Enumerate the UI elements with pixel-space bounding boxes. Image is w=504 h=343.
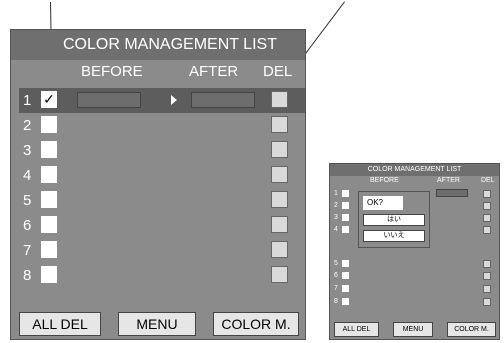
delete-button[interactable] (271, 91, 288, 108)
delete-button[interactable] (271, 241, 288, 258)
delete-button[interactable] (483, 202, 491, 210)
column-header-after: AFTER (437, 177, 460, 184)
confirm-prompt: OK? (363, 196, 403, 210)
delete-button[interactable] (271, 216, 288, 233)
color-m-button[interactable]: COLOR M. (447, 322, 496, 337)
list-item[interactable]: 2 (19, 113, 305, 138)
row-number: 2 (23, 117, 32, 134)
row-number: 2 (334, 202, 338, 209)
row-number: 6 (23, 217, 32, 234)
list-item[interactable]: 8 (19, 263, 305, 288)
row-checkbox[interactable] (41, 166, 57, 183)
row-number: 8 (334, 298, 338, 305)
delete-button[interactable] (271, 166, 288, 183)
panel-title: COLOR MANAGEMENT LIST (11, 30, 305, 60)
row-number: 1 (23, 92, 32, 109)
delete-button[interactable] (271, 116, 288, 133)
no-button[interactable]: いいえ (363, 230, 425, 242)
list-item[interactable]: 6 (19, 213, 305, 238)
row-checkbox[interactable] (41, 241, 57, 258)
row-number: 3 (23, 142, 32, 159)
delete-button[interactable] (483, 285, 491, 293)
row-number: 4 (23, 167, 32, 184)
column-header-after: AFTER (189, 63, 239, 80)
row-checkbox[interactable] (41, 191, 57, 208)
row-number: 4 (334, 226, 338, 233)
row-number: 8 (23, 267, 32, 284)
delete-button[interactable] (483, 260, 491, 268)
list-item[interactable]: 6 (334, 272, 496, 281)
delete-button[interactable] (271, 266, 288, 283)
row-number: 6 (334, 272, 338, 279)
delete-button[interactable] (483, 272, 491, 280)
column-header-before: BEFORE (81, 63, 143, 80)
list-item[interactable]: 1 ✓ (19, 88, 305, 113)
list-item[interactable]: 7 (334, 285, 496, 294)
row-checkbox[interactable] (41, 116, 57, 133)
row-checkbox[interactable] (342, 226, 349, 233)
row-number: 7 (23, 242, 32, 259)
all-del-button[interactable]: ALL DEL (334, 322, 379, 337)
row-checkbox[interactable] (342, 260, 349, 267)
delete-button[interactable] (483, 298, 491, 306)
after-color-field (191, 92, 255, 108)
row-checkbox[interactable] (342, 190, 349, 197)
before-color-field (77, 92, 141, 108)
row-checkbox[interactable]: ✓ (41, 91, 57, 108)
row-number: 5 (334, 260, 338, 267)
color-list: 1 ✓ 2 3 4 5 6 7 8 (19, 88, 305, 288)
yes-button[interactable]: はい (363, 214, 425, 226)
row-number: 3 (334, 214, 338, 221)
list-item[interactable]: 5 (334, 260, 496, 269)
row-checkbox[interactable] (342, 285, 349, 292)
delete-button[interactable] (271, 141, 288, 158)
row-checkbox[interactable] (342, 298, 349, 305)
row-checkbox[interactable] (342, 202, 349, 209)
column-header-del: DEL (481, 177, 495, 184)
row-number: 7 (334, 285, 338, 292)
row-checkbox[interactable] (342, 214, 349, 221)
column-header-before: BEFORE (370, 177, 399, 184)
color-m-button[interactable]: COLOR M. (213, 312, 299, 336)
delete-button[interactable] (483, 190, 491, 198)
panel-title: COLOR MANAGEMENT LIST (330, 164, 499, 176)
row-checkbox[interactable] (342, 272, 349, 279)
row-checkbox[interactable] (41, 141, 57, 158)
list-item[interactable]: 4 (19, 163, 305, 188)
column-header-del: DEL (263, 63, 293, 80)
list-item[interactable]: 8 (334, 298, 496, 307)
row-checkbox[interactable] (41, 266, 57, 283)
color-management-list-panel: COLOR MANAGEMENT LIST BEFORE AFTER DEL 1… (10, 29, 306, 340)
color-management-list-confirm-panel: COLOR MANAGEMENT LIST BEFORE AFTER DEL 1… (329, 163, 500, 340)
menu-button[interactable]: MENU (118, 312, 196, 336)
list-item[interactable]: 3 (19, 138, 305, 163)
list-item[interactable]: 5 (19, 188, 305, 213)
all-del-button[interactable]: ALL DEL (19, 312, 101, 336)
delete-button[interactable] (271, 191, 288, 208)
list-item[interactable]: 7 (19, 238, 305, 263)
delete-button[interactable] (483, 226, 491, 234)
confirm-dialog: OK? はい いいえ (358, 191, 430, 248)
row-checkbox[interactable] (41, 216, 57, 233)
arrow-right-icon (171, 95, 177, 105)
row-number: 1 (334, 190, 338, 197)
delete-button[interactable] (483, 214, 491, 222)
menu-button[interactable]: MENU (393, 322, 433, 337)
row-number: 5 (23, 192, 32, 209)
